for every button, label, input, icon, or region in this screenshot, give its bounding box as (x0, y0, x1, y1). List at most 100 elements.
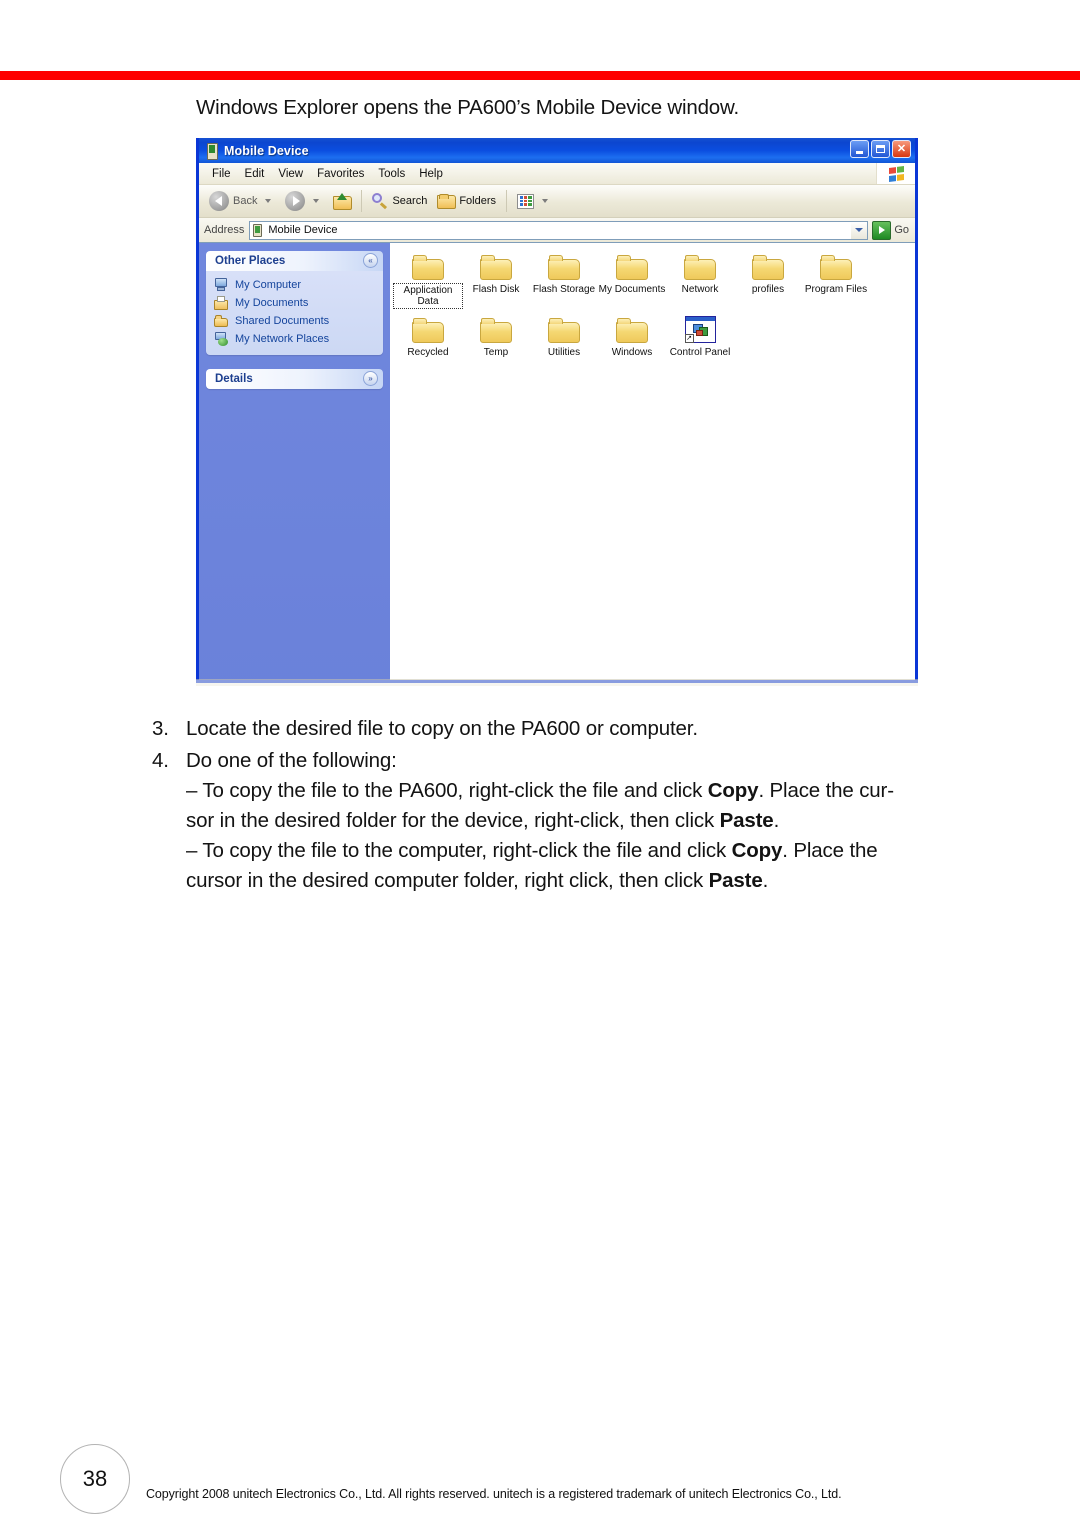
folder-icon (411, 253, 445, 280)
go-button[interactable]: Go (870, 220, 915, 240)
shortcut-overlay-icon: ↗ (684, 334, 694, 343)
file-item-flash-storage[interactable]: Flash Storage (530, 251, 598, 312)
explorer-body: Other Places « My Computer My Documents … (199, 243, 915, 680)
forward-button[interactable] (280, 189, 328, 213)
header-rule (0, 71, 1080, 80)
details-title: Details (215, 373, 253, 385)
views-button[interactable] (512, 192, 557, 211)
close-button[interactable]: ✕ (892, 140, 911, 158)
collapse-up-icon[interactable]: « (363, 253, 378, 268)
menu-help[interactable]: Help (412, 166, 450, 182)
file-item-control-panel[interactable]: ↗ Control Panel (666, 314, 734, 362)
folder-icon (683, 253, 717, 280)
file-item-recycled[interactable]: Recycled (394, 314, 462, 362)
views-icon (517, 193, 535, 209)
sidebar-item-shared-documents[interactable]: Shared Documents (214, 312, 377, 330)
menu-favorites[interactable]: Favorites (310, 166, 371, 182)
explorer-content-pane: Application Data Flash Disk Flash Storag… (390, 243, 915, 680)
folder-icon (751, 253, 785, 280)
file-label: Temp (483, 347, 509, 358)
windows-explorer-window: Mobile Device ✕ File Edit View Favorites… (196, 138, 918, 683)
windows-logo-icon (876, 163, 915, 184)
forward-icon (285, 191, 306, 211)
copyright-notice: Copyright 2008 unitech Electronics Co., … (146, 1487, 842, 1501)
explorer-addressbar: Address Mobile Device Go (199, 218, 915, 243)
search-label: Search (392, 195, 428, 207)
folder-icon (479, 316, 513, 343)
maximize-button[interactable] (871, 140, 890, 158)
explorer-statusbar-clipped (196, 679, 918, 686)
explorer-menubar: File Edit View Favorites Tools Help (199, 163, 915, 185)
folder-icon (547, 316, 581, 343)
folders-button[interactable]: Folders (432, 192, 501, 211)
other-places-list: My Computer My Documents Shared Document… (206, 271, 383, 355)
expand-down-icon[interactable]: » (363, 371, 378, 386)
other-places-header[interactable]: Other Places « (206, 251, 383, 271)
minimize-button[interactable] (850, 140, 869, 158)
details-header[interactable]: Details » (206, 369, 383, 389)
forward-history-chevron-down-icon[interactable] (313, 199, 320, 203)
explorer-titlebar: Mobile Device ✕ (199, 138, 915, 163)
file-label: Flash Disk (472, 284, 520, 295)
window-controls: ✕ (850, 140, 911, 158)
my-network-places-icon (214, 332, 229, 346)
menu-tools[interactable]: Tools (371, 166, 412, 182)
back-icon (209, 191, 229, 211)
control-panel-icon: ↗ (684, 316, 716, 343)
file-label: Program Files (804, 284, 868, 295)
up-one-level-button[interactable] (328, 191, 356, 212)
file-item-profiles[interactable]: profiles (734, 251, 802, 312)
my-documents-icon (214, 296, 229, 310)
folder-icon (411, 316, 445, 343)
folders-label: Folders (459, 195, 497, 207)
sidebar-item-my-documents[interactable]: My Documents (214, 294, 377, 312)
views-chevron-down-icon[interactable] (542, 199, 549, 203)
step-line: Do one of the following: (186, 749, 397, 772)
menu-view[interactable]: View (271, 166, 310, 182)
sidebar-item-my-network-places[interactable]: My Network Places (214, 330, 377, 348)
address-chevron-down-icon[interactable] (851, 221, 868, 239)
file-icon-grid: Application Data Flash Disk Flash Storag… (393, 251, 915, 364)
other-places-title: Other Places (215, 255, 286, 267)
file-label: Windows (611, 347, 653, 358)
file-label: My Documents (598, 284, 666, 295)
back-history-chevron-down-icon[interactable] (265, 199, 272, 203)
explorer-sidebar: Other Places « My Computer My Documents … (199, 243, 390, 680)
explorer-statusbar (196, 679, 918, 686)
sidebar-item-label: Shared Documents (235, 315, 330, 327)
file-item-temp[interactable]: Temp (462, 314, 530, 362)
file-item-my-documents[interactable]: My Documents (598, 251, 666, 312)
back-button[interactable]: Back (204, 189, 280, 213)
folder-icon (819, 253, 853, 280)
menu-file[interactable]: File (205, 166, 238, 182)
sidebar-item-label: My Network Places (235, 333, 330, 345)
file-item-program-files[interactable]: Program Files (802, 251, 870, 312)
page-number: 38 (60, 1444, 130, 1514)
shared-documents-icon (214, 314, 229, 328)
file-label: Network (681, 284, 719, 295)
window-title: Mobile Device (224, 143, 309, 158)
file-item-network[interactable]: Network (666, 251, 734, 312)
go-label: Go (894, 224, 909, 236)
file-item-utilities[interactable]: Utilities (530, 314, 598, 362)
other-places-panel: Other Places « My Computer My Documents … (206, 251, 383, 355)
folder-icon (547, 253, 581, 280)
address-input[interactable]: Mobile Device (249, 220, 869, 240)
step-number: 3. (152, 717, 169, 740)
file-item-windows[interactable]: Windows (598, 314, 666, 362)
menu-edit[interactable]: Edit (238, 166, 272, 182)
sidebar-item-label: My Computer (235, 279, 302, 291)
step-4: 4. Do one of the following: – To copy th… (152, 746, 972, 896)
sidebar-item-my-computer[interactable]: My Computer (214, 276, 377, 294)
folder-icon (615, 316, 649, 343)
back-label: Back (233, 195, 258, 207)
file-label: Control Panel (669, 347, 731, 358)
toolbar-separator (361, 190, 363, 212)
step-body: Locate the desired file to copy on the P… (186, 714, 972, 744)
search-button[interactable]: Search (367, 191, 432, 211)
address-value: Mobile Device (268, 224, 338, 236)
file-item-flash-disk[interactable]: Flash Disk (462, 251, 530, 312)
step-body: Do one of the following: – To copy the f… (186, 746, 972, 896)
file-item-application-data[interactable]: Application Data (393, 251, 463, 312)
go-arrow-icon (872, 220, 892, 240)
